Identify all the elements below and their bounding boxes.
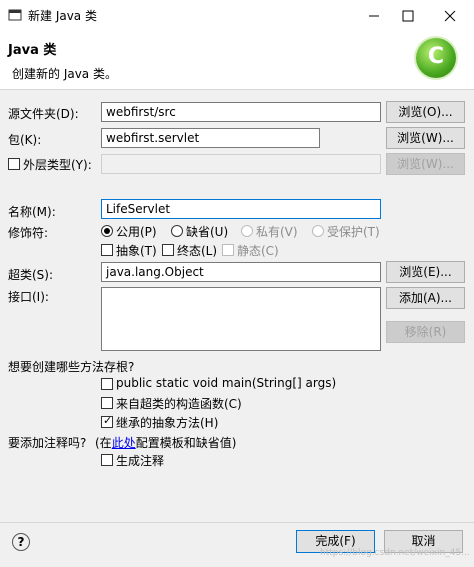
modifier-private-label: 私有(V) xyxy=(256,225,298,239)
superclass-browse-button[interactable]: 浏览(E)... xyxy=(386,261,465,283)
name-input[interactable]: LifeServlet xyxy=(101,199,381,219)
interfaces-list[interactable] xyxy=(101,287,381,351)
maximize-button[interactable] xyxy=(388,0,428,31)
stub-main-checkbox[interactable] xyxy=(101,378,113,390)
enclosing-type-browse-button[interactable]: 浏览(W)... xyxy=(386,153,465,175)
minimize-icon xyxy=(369,15,379,16)
stubs-question: 想要创建哪些方法存根? xyxy=(8,360,135,374)
app-icon xyxy=(8,9,22,21)
comments-hint-prefix: (在 xyxy=(95,436,112,450)
page-description: 创建新的 Java 类。 xyxy=(12,67,117,81)
modifier-protected-label: 受保护(T) xyxy=(327,225,380,239)
modifier-private-radio[interactable] xyxy=(241,225,253,237)
modifier-abstract-label: 抽象(T) xyxy=(116,244,157,258)
close-button[interactable] xyxy=(430,0,470,31)
comments-hint-suffix: 配置模板和缺省值) xyxy=(135,436,237,450)
modifier-default-label: 缺省(U) xyxy=(186,225,229,239)
close-icon xyxy=(444,10,456,21)
maximize-icon xyxy=(402,10,414,21)
stub-constructors-label: 来自超类的构造函数(C) xyxy=(116,397,242,411)
watermark: https://blog.csdn.net/weixin_45... xyxy=(320,548,470,558)
modifiers-label: 修饰符: xyxy=(8,226,49,240)
modifier-abstract-checkbox[interactable] xyxy=(101,244,113,256)
name-label: 名称(M): xyxy=(8,205,56,219)
generate-comments-label: 生成注释 xyxy=(116,454,165,468)
package-browse-button[interactable]: 浏览(W)... xyxy=(386,127,465,149)
java-class-logo-icon: C xyxy=(416,38,456,78)
modifier-final-checkbox[interactable] xyxy=(162,244,174,256)
footer-divider xyxy=(0,522,474,523)
window-title: 新建 Java 类 xyxy=(28,9,97,23)
stub-inherited-checkbox[interactable]: ✓ xyxy=(101,414,113,428)
comments-hint: (在此处配置模板和缺省值) xyxy=(95,434,236,451)
enclosing-type-input[interactable] xyxy=(101,154,381,174)
interfaces-remove-button[interactable]: 移除(R) xyxy=(386,321,465,343)
enclosing-type-checkbox[interactable] xyxy=(8,158,20,170)
page-title: Java 类 xyxy=(8,43,57,58)
interfaces-add-button[interactable]: 添加(A)... xyxy=(386,287,465,309)
modifier-static-checkbox[interactable] xyxy=(222,244,234,256)
modifier-default-radio[interactable] xyxy=(171,225,183,237)
source-folder-input[interactable]: webfirst/src xyxy=(101,102,381,122)
generate-comments-checkbox[interactable] xyxy=(101,454,113,466)
stub-inherited-label: 继承的抽象方法(H) xyxy=(116,416,219,430)
superclass-label: 超类(S): xyxy=(8,268,54,282)
interfaces-label: 接口(I): xyxy=(8,290,49,304)
modifier-public-radio[interactable] xyxy=(101,225,113,237)
comments-question: 要添加注释吗? xyxy=(8,436,87,450)
source-folder-browse-button[interactable]: 浏览(O)... xyxy=(386,101,465,123)
package-input[interactable]: webfirst.servlet xyxy=(101,128,320,148)
modifier-static-label: 静态(C) xyxy=(237,244,279,258)
help-icon[interactable]: ? xyxy=(12,533,30,551)
package-label: 包(K): xyxy=(8,133,42,147)
enclosing-type-label: 外层类型(Y): xyxy=(23,158,92,172)
configure-templates-link[interactable]: 此处 xyxy=(112,436,136,450)
modifier-final-label: 终态(L) xyxy=(177,244,218,258)
modifier-protected-radio[interactable] xyxy=(312,225,324,237)
stub-main-label: public static void main(String[] args) xyxy=(116,376,337,390)
title-bar: 新建 Java 类 xyxy=(0,0,474,31)
source-folder-label: 源文件夹(D): xyxy=(8,107,79,121)
superclass-input[interactable]: java.lang.Object xyxy=(101,262,381,282)
checkmark-icon: ✓ xyxy=(103,414,113,427)
wizard-header: Java 类 创建新的 Java 类。 xyxy=(0,31,474,90)
stub-constructors-checkbox[interactable] xyxy=(101,397,113,409)
modifier-public-label: 公用(P) xyxy=(116,225,157,239)
